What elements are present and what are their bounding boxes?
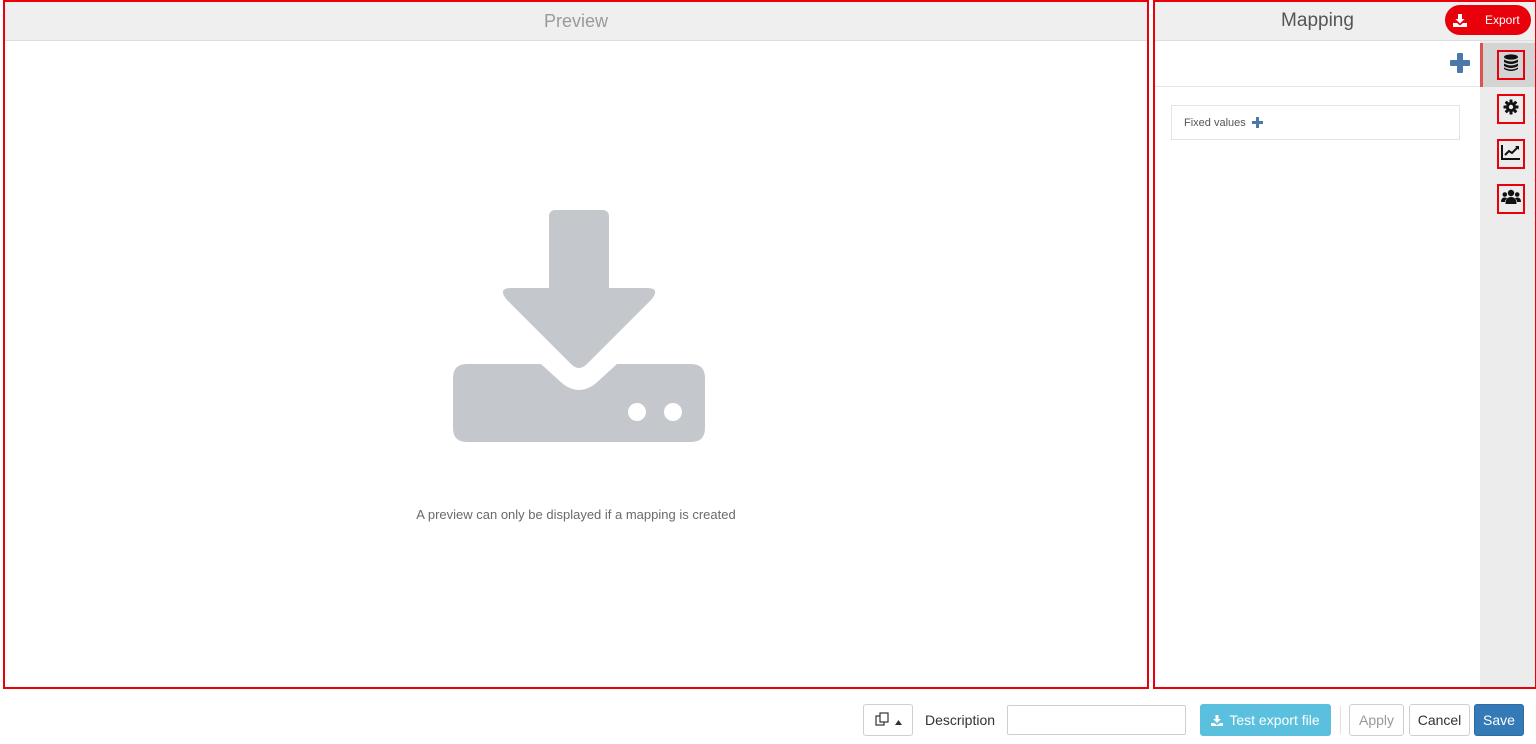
users-icon xyxy=(1501,189,1521,210)
mapping-side-rail xyxy=(1480,41,1535,687)
description-input[interactable] xyxy=(1007,705,1186,735)
rail-users-button[interactable] xyxy=(1497,184,1525,214)
caret-up-icon xyxy=(894,712,902,728)
mapping-toolbar xyxy=(1155,41,1480,87)
gear-icon xyxy=(1503,99,1519,120)
save-button[interactable]: Save xyxy=(1474,704,1524,736)
rail-database-button[interactable] xyxy=(1497,50,1525,80)
description-label: Description xyxy=(925,712,996,728)
line-chart-icon xyxy=(1501,144,1521,165)
apply-button[interactable]: Apply xyxy=(1349,704,1404,736)
test-export-file-label: Test export file xyxy=(1229,712,1320,728)
preview-title: Preview xyxy=(5,2,1147,41)
mapping-header: Mapping Export xyxy=(1155,2,1535,41)
export-button[interactable]: Export xyxy=(1445,5,1531,35)
fixed-values-section: Fixed values xyxy=(1171,105,1460,140)
preview-empty-message: A preview can only be displayed if a map… xyxy=(416,507,736,522)
rail-settings-button[interactable] xyxy=(1497,94,1525,124)
mapping-title: Mapping xyxy=(1281,10,1354,31)
export-download-icon xyxy=(1445,5,1475,35)
copy-icon xyxy=(874,711,891,729)
add-fixed-value-plus-icon[interactable] xyxy=(1251,117,1263,128)
mapping-panel: Mapping Export Fixed values xyxy=(1153,0,1536,689)
preview-panel: Preview A preview can only be displayed … xyxy=(3,0,1149,689)
database-icon xyxy=(1503,53,1519,77)
test-export-file-button[interactable]: Test export file xyxy=(1200,704,1331,736)
rail-statistics-button[interactable] xyxy=(1497,139,1525,169)
footer-bar: Description Test export file Apply Cance… xyxy=(0,704,1536,736)
export-label: Export xyxy=(1485,13,1520,27)
download-tray-icon xyxy=(451,208,707,449)
fixed-values-label: Fixed values xyxy=(1184,116,1246,129)
mapping-content: Fixed values xyxy=(1155,41,1480,687)
add-mapping-plus-icon[interactable] xyxy=(1450,53,1470,73)
copy-dropdown-button[interactable] xyxy=(863,704,913,736)
download-icon xyxy=(1211,714,1224,726)
cancel-button[interactable]: Cancel xyxy=(1409,704,1470,736)
rail-active-indicator xyxy=(1480,43,1483,87)
footer-divider xyxy=(1340,706,1341,734)
